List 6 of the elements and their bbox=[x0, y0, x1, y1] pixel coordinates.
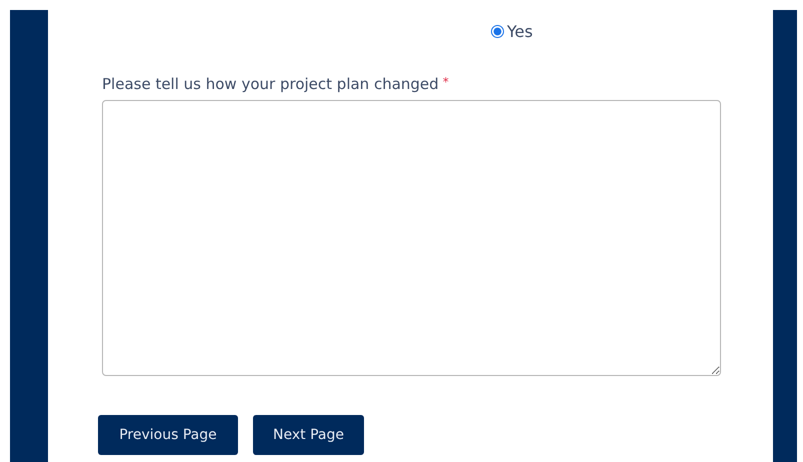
previous-page-button[interactable]: Previous Page bbox=[98, 415, 238, 455]
radio-button[interactable] bbox=[491, 24, 504, 38]
field-label: Please tell us how your project plan changed * bbox=[102, 75, 450, 93]
required-mark: * bbox=[442, 75, 449, 89]
radio-option[interactable]: Yes bbox=[491, 22, 533, 40]
next-page-button[interactable]: Next Page bbox=[253, 415, 364, 455]
